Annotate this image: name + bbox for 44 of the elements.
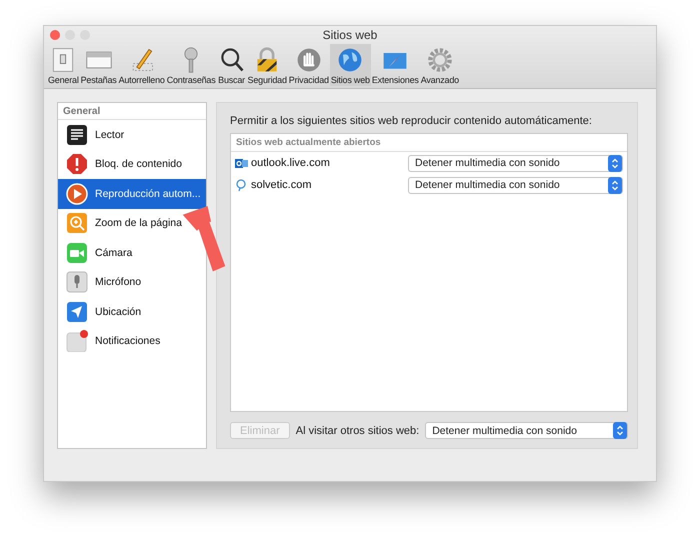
globe-icon — [336, 46, 364, 74]
annotation-arrow-overlay — [182, 206, 226, 272]
setting-dropdown[interactable]: Detener multimedia con sonido — [408, 176, 623, 194]
site-name: solvetic.com — [235, 178, 312, 192]
stop-sign-icon — [66, 153, 88, 176]
toolbar-tab[interactable]: Seguridad — [246, 44, 288, 86]
sidebar-item[interactable]: Lector — [58, 120, 206, 150]
site-icon — [235, 178, 248, 192]
toolbar-tab[interactable]: Pestañas — [80, 44, 118, 86]
sidebar-header: General — [58, 103, 206, 120]
gear-icon — [426, 46, 454, 74]
other-sites-label: Al visitar otros sitios web: — [296, 424, 420, 436]
sidebar-item[interactable]: Reproducción autom... — [58, 179, 206, 208]
sidebar-item[interactable]: Cámara — [58, 238, 206, 268]
stepper-icon — [613, 422, 627, 439]
text-lines-icon — [66, 124, 88, 146]
toolbar-tab[interactable]: General — [47, 44, 80, 86]
toolbar-tab[interactable]: Sitios web — [330, 44, 371, 86]
toolbar-tab[interactable]: Extensiones — [370, 44, 420, 86]
toolbar-tab[interactable]: Buscar — [216, 44, 247, 86]
close-button[interactable] — [50, 30, 60, 40]
site-name: outlook.live.com — [235, 156, 330, 170]
sidebar-item[interactable]: Bloq. de contenido — [58, 150, 206, 179]
setting-dropdown[interactable]: Detener multimedia con sonido — [425, 422, 628, 439]
description-text: Permitir a los siguientes sitios web reproducir contenido automáticamente: — [230, 115, 593, 127]
sidebar-item[interactable]: Ubicación — [58, 297, 206, 326]
toolbar-tab[interactable]: Autorrelleno — [118, 44, 166, 86]
setting-dropdown[interactable]: Detener multimedia con sonido — [408, 154, 623, 172]
notification-icon — [66, 330, 88, 352]
mail-app-icon — [235, 156, 248, 170]
toolbar-tab[interactable]: Contraseñas — [166, 44, 217, 86]
window-title: Sitios web — [322, 28, 378, 42]
zoom-icon — [66, 212, 88, 234]
toolbar-tab[interactable]: Avanzado — [420, 44, 460, 86]
stepper-icon — [608, 176, 622, 194]
toolbar-tab[interactable]: Privacidad — [288, 44, 330, 86]
stepper-icon — [608, 154, 622, 172]
play-icon — [66, 182, 88, 205]
hand-icon — [294, 46, 323, 74]
table-header: Sitios web actualmente abiertos — [231, 134, 627, 152]
sidebar-item[interactable]: Micrófono — [58, 268, 206, 297]
microphone-icon — [66, 271, 88, 294]
sidebar-item[interactable]: Notificaciones — [58, 326, 206, 356]
video-camera-icon — [66, 242, 88, 264]
